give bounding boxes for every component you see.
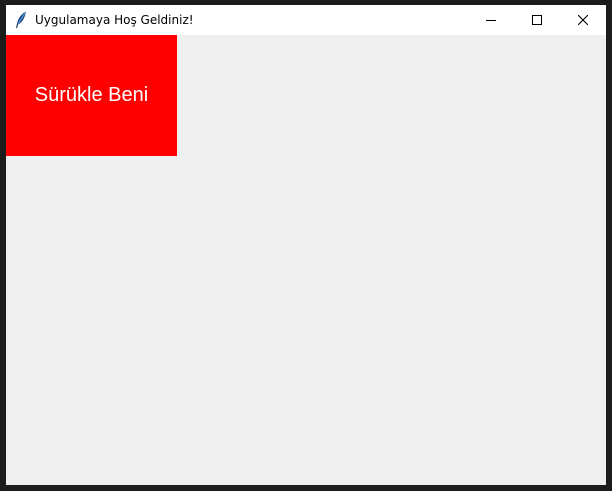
close-icon	[578, 15, 588, 25]
maximize-icon	[532, 15, 542, 25]
title-bar[interactable]: Uygulamaya Hoş Geldiniz!	[6, 5, 606, 35]
maximize-button[interactable]	[514, 5, 560, 35]
app-window: Uygulamaya Hoş Geldiniz! Sürükle Beni	[6, 5, 606, 485]
drag-me-label: Sürükle Beni	[34, 84, 149, 106]
feather-icon	[15, 11, 27, 29]
minimize-icon	[486, 20, 496, 21]
close-button[interactable]	[560, 5, 606, 35]
drag-me-box[interactable]: Sürükle Beni	[6, 35, 177, 156]
minimize-button[interactable]	[468, 5, 514, 35]
window-title: Uygulamaya Hoş Geldiniz!	[35, 13, 194, 27]
